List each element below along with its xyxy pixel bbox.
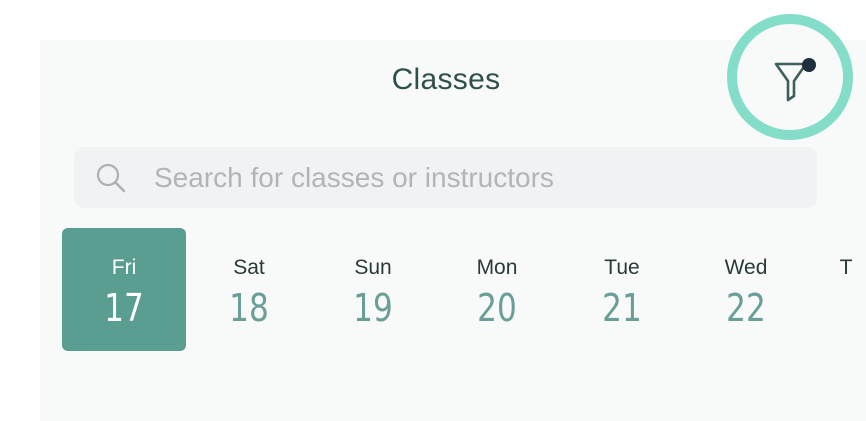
day-number: 18 [229, 286, 269, 330]
day-number: 20 [477, 286, 517, 330]
date-tab-tue-21[interactable]: Tue 21 [560, 228, 684, 351]
filter-active-dot [802, 58, 816, 72]
day-of-week: Wed [724, 256, 768, 279]
search-bar[interactable] [74, 147, 817, 208]
date-tab-fri-17[interactable]: Fri 17 [62, 228, 186, 351]
day-number: 21 [602, 286, 642, 330]
date-tab-sat-18[interactable]: Sat 18 [187, 228, 311, 351]
day-of-week: Sun [354, 256, 392, 279]
day-of-week: Fri [111, 256, 137, 279]
day-number: 17 [104, 286, 144, 330]
day-of-week: Mon [476, 256, 518, 279]
date-tab-thu-partial[interactable]: T [826, 228, 866, 351]
day-of-week: Sat [233, 256, 265, 279]
day-number: 19 [353, 286, 393, 330]
day-of-week: T [839, 256, 853, 279]
day-of-week: Tue [604, 256, 640, 279]
filter-icon[interactable] [773, 55, 819, 105]
search-input[interactable] [154, 147, 794, 208]
search-icon [96, 163, 126, 193]
date-tab-mon-20[interactable]: Mon 20 [435, 228, 559, 351]
date-tab-wed-22[interactable]: Wed 22 [684, 228, 808, 351]
date-tab-sun-19[interactable]: Sun 19 [311, 228, 435, 351]
day-number: 22 [726, 286, 766, 330]
